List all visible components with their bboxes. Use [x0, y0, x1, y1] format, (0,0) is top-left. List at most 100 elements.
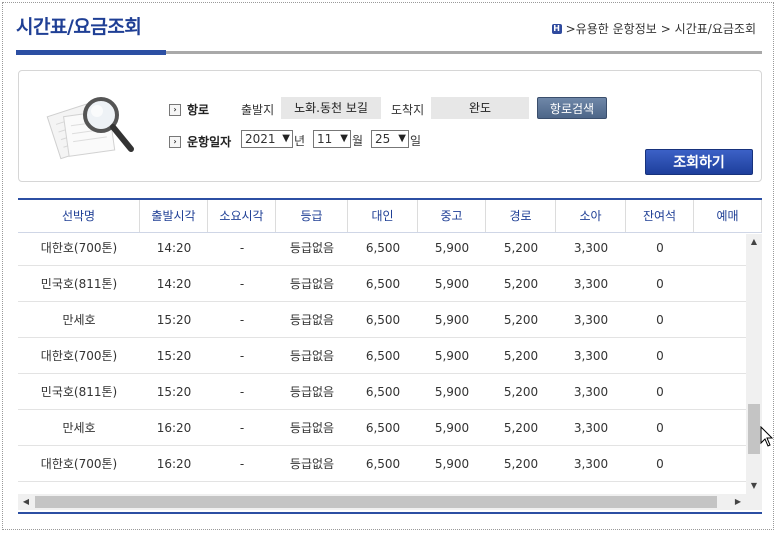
search-panel: › 항로 출발지 노화.동천 보길 도착지 완도 항로검색 › 운항일자 202…: [18, 70, 762, 182]
cell-departure-time: 15:20: [156, 313, 192, 327]
cell-grade: 등급없음: [289, 277, 335, 291]
day-select[interactable]: 25 ▼: [371, 130, 409, 148]
scroll-left-icon[interactable]: ◀: [18, 494, 34, 510]
scrollbar-corner: [746, 494, 762, 510]
cell-duration: -: [239, 277, 245, 291]
bottom-rule: [18, 512, 762, 514]
horizontal-scrollbar[interactable]: ◀ ▶: [18, 494, 746, 510]
chevron-down-icon: ▼: [282, 133, 290, 144]
cell-senior: 5,200: [503, 277, 539, 291]
day-value: 25: [375, 132, 391, 146]
chevron-down-icon: ▼: [340, 133, 348, 144]
route-search-button[interactable]: 항로검색: [537, 97, 607, 119]
cell-ship-name: 만세호: [62, 421, 96, 435]
breadcrumb-item[interactable]: >유용한 운항정보: [566, 20, 657, 37]
column-header-ship-name: 선박명: [18, 200, 140, 232]
year-select[interactable]: 2021 ▼: [241, 130, 293, 148]
cell-grade: 등급없음: [289, 385, 335, 399]
cell-child: 3,300: [573, 421, 609, 435]
cell-senior: 5,200: [503, 421, 539, 435]
cell-senior: 5,200: [503, 241, 539, 255]
month-select[interactable]: 11 ▼: [313, 130, 351, 148]
cell-departure-time: 16:20: [156, 457, 192, 471]
cell-departure-time: 15:20: [156, 385, 192, 399]
cell-adult: 6,500: [365, 241, 401, 255]
table-row[interactable]: 대한호(700톤) 15:20 - 등급없음 6,500 5,900 5,200 3,300 0: [18, 338, 746, 374]
year-unit: 년: [294, 134, 306, 148]
cell-adult: 6,500: [365, 457, 401, 471]
departure-field[interactable]: 노화.동천 보길: [281, 97, 381, 119]
cell-grade: 등급없음: [289, 313, 335, 327]
cell-adult: 6,500: [365, 349, 401, 363]
route-row-label: › 항로: [169, 101, 209, 118]
cell-ship-name: 대한호(700톤): [40, 457, 118, 471]
cell-senior: 5,200: [486, 482, 556, 494]
cell-grade: 등급없음: [289, 457, 335, 471]
cell-youth: 5,900: [434, 241, 470, 255]
scroll-down-icon[interactable]: ▼: [746, 478, 762, 494]
departure-label: 출발지: [241, 103, 275, 117]
cell-departure-time: 16:20: [156, 421, 192, 435]
cell-seats-left: 0: [656, 241, 664, 255]
cell-seats-left: 0: [656, 349, 664, 363]
cell-ship-name: 대한호(700톤): [40, 241, 118, 255]
cell-duration: -: [239, 457, 245, 471]
date-row-label: › 운항일자: [169, 133, 231, 150]
cell-adult: 6,500: [348, 482, 418, 494]
horizontal-scroll-thumb[interactable]: [35, 496, 717, 508]
table-row[interactable]: 대한호(700톤) 14:20 - 등급없음 6,500 5,900 5,200 3,300 0: [18, 232, 746, 266]
cell-senior: 5,200: [503, 385, 539, 399]
table-row[interactable]: 민국호(811톤) 15:20 - 등급없음 6,500 5,900 5,200 3,300 0: [18, 374, 746, 410]
table-row[interactable]: 민국호(811톤) 14:20 - 등급없음 6,500 5,900 5,200 3,300 0: [18, 266, 746, 302]
table-header: 선박명 출발시각 소요시각 등급 대인 중고 경로 소아 잔여석 예매: [18, 200, 762, 233]
table-row[interactable]: 대한호(700톤) 16:20 - 등급없음 6,500 5,900 5,200 3,300 0: [18, 446, 746, 482]
title-underline: [166, 51, 762, 54]
cell-youth: 5,900: [434, 349, 470, 363]
cell-grade: 등급없음: [289, 241, 335, 255]
cell-duration: -: [208, 482, 276, 494]
vertical-scroll-thumb[interactable]: [748, 404, 760, 454]
title-underline-accent: [16, 50, 166, 55]
cell-departure-time: 16:20: [140, 482, 208, 494]
table-body[interactable]: 대한호(700톤) 14:20- 등급없음 6,500 5,900 5,200 3,300 0…: [18, 232, 746, 494]
column-header-grade: 등급: [276, 200, 348, 232]
query-button[interactable]: 조회하기: [645, 149, 753, 175]
magnifier-document-icon: [46, 97, 134, 160]
table-row[interactable]: 만세호 16:20 - 등급없음 6,500 5,900 5,200 3,300 0: [18, 410, 746, 446]
chevron-right-icon: ›: [169, 103, 181, 116]
cell-departure-time: 14:20: [156, 277, 192, 291]
month-value: 11: [317, 132, 333, 146]
cell-youth: 5,900: [418, 482, 486, 494]
cell-senior: 5,200: [503, 457, 539, 471]
cell-senior: 5,200: [503, 313, 539, 327]
cell-youth: 5,900: [434, 385, 470, 399]
vertical-scrollbar[interactable]: ▲ ▼: [746, 234, 762, 494]
schedule-table: 선박명 출발시각 소요시각 등급 대인 중고 경로 소아 잔여석 예매 대한호(700톤) 14:2…: [18, 198, 762, 510]
page-title: 시간표/요금조회: [16, 16, 142, 38]
column-header-departure-time: 출발시각: [140, 200, 208, 232]
cell-ship-name: 민국호(811톤): [40, 277, 118, 291]
cell-youth: 5,900: [434, 457, 470, 471]
cell-grade: 등급없음: [276, 482, 348, 494]
mouse-cursor-icon: [760, 426, 774, 447]
table-row[interactable]: 민국호(811톤)16:20-등급없음6,5005,9005,2003,3000: [18, 482, 746, 494]
cell-adult: 6,500: [365, 313, 401, 327]
scroll-right-icon[interactable]: ▶: [730, 494, 746, 510]
column-header-senior: 경로: [486, 200, 556, 232]
cell-child: 3,300: [573, 313, 609, 327]
cell-child: 3,300: [573, 277, 609, 291]
cell-adult: 6,500: [365, 277, 401, 291]
breadcrumb-item-current: > 시간표/요금조회: [660, 22, 756, 36]
table-row[interactable]: 만세호 15:20 - 등급없음 6,500 5,900 5,200 3,300 0: [18, 302, 746, 338]
cell-seats-left: 0: [626, 482, 694, 494]
column-header-child: 소아: [556, 200, 626, 232]
cell-child: 3,300: [573, 457, 609, 471]
day-unit: 일: [410, 134, 422, 148]
cell-seats-left: 0: [656, 277, 664, 291]
arrival-field[interactable]: 완도: [431, 97, 529, 119]
cell-duration: -: [239, 385, 245, 399]
cell-youth: 5,900: [434, 421, 470, 435]
scroll-up-icon[interactable]: ▲: [746, 234, 762, 250]
cell-adult: 6,500: [365, 421, 401, 435]
home-icon[interactable]: H: [551, 23, 562, 34]
